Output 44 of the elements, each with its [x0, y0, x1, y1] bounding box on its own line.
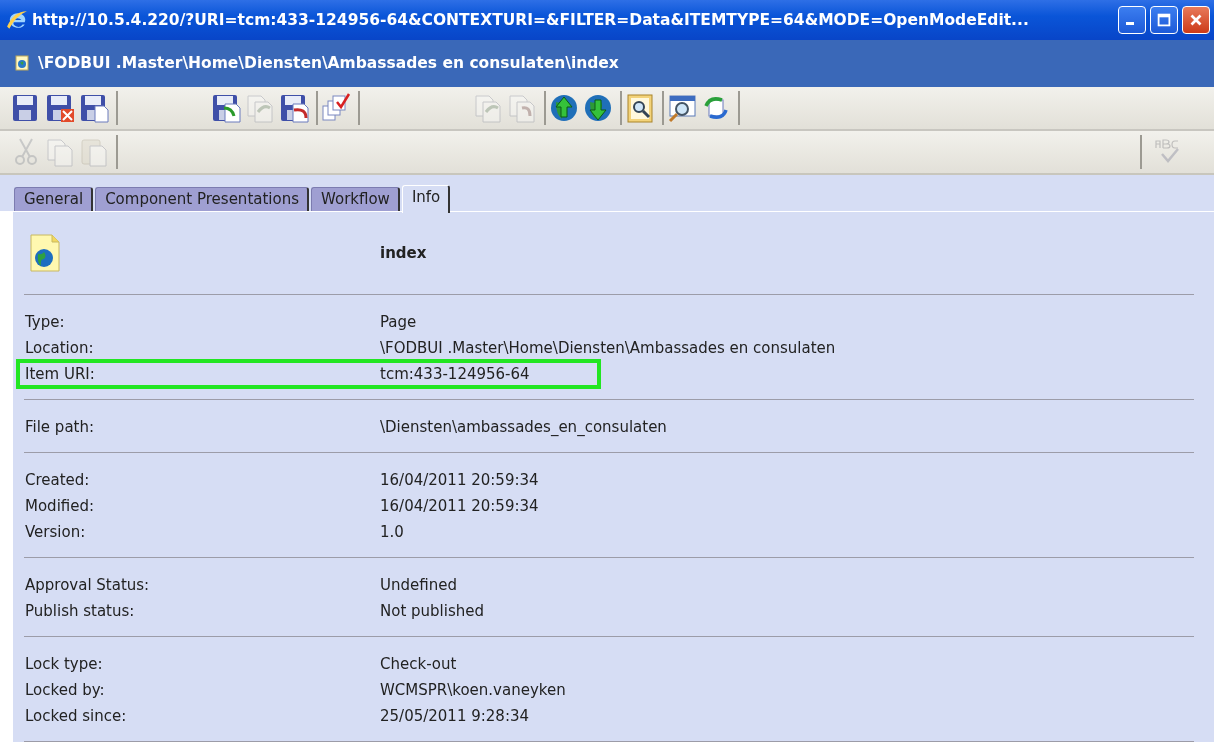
close-button[interactable] [1182, 5, 1210, 34]
field-label: Locked by: [25, 681, 106, 699]
preview-icon[interactable] [624, 92, 656, 125]
search-window-icon[interactable] [666, 92, 698, 125]
minimize-icon [1126, 22, 1134, 26]
save-arrow-icon[interactable] [210, 92, 242, 125]
minimize-button[interactable] [1118, 5, 1146, 34]
field-label: Modified: [25, 497, 96, 515]
item-path-title: \FODBUI .Master\Home\Diensten\Ambassades en consulaten\index [38, 54, 619, 73]
page-icon [30, 234, 60, 272]
field-value: Check-out [380, 655, 457, 673]
field-value: tcm:433-124956-64 [380, 365, 530, 383]
save-new-icon[interactable] [78, 92, 110, 125]
field-label: Item URI: [25, 365, 96, 383]
field-value: 1.0 [380, 523, 404, 541]
page-icon [14, 55, 30, 72]
field-value: Not published [380, 602, 484, 620]
field-label: File path: [25, 418, 96, 436]
save-undo-icon[interactable] [278, 92, 310, 125]
field-label: Publish status: [25, 602, 136, 620]
field-label: Version: [25, 523, 87, 541]
field-value: \Diensten\ambassades_en_consulaten [380, 418, 667, 436]
browser-logo-icon [6, 8, 28, 31]
field-label: Type: [25, 313, 66, 331]
field-label: Created: [25, 471, 91, 489]
tab[interactable]: General [14, 187, 94, 211]
field-label: Locked since: [25, 707, 128, 725]
tab[interactable]: Workflow [311, 187, 400, 211]
save-close-icon[interactable] [44, 92, 76, 125]
field-value: \FODBUI .Master\Home\Diensten\Ambassades en consulaten [380, 339, 836, 357]
field-value: 25/05/2011 9:28:34 [380, 707, 530, 725]
tab[interactable]: Component Presentations [95, 187, 309, 211]
field-label: Approval Status: [25, 576, 151, 594]
field-value: Undefined [380, 576, 457, 594]
field-value: 16/04/2011 20:59:34 [380, 471, 539, 489]
field-value: 16/04/2011 20:59:34 [380, 497, 539, 515]
field-value: Page [380, 313, 417, 331]
field-value: WCMSPR\koen.vaneyken [380, 681, 566, 699]
window-title: http://10.5.4.220/?URI=tcm:433-124956-64&CONTEXTURI=&FILTER=Data&ITEMTYPE=64&MODE=OpenModeEdit... [32, 10, 1030, 29]
field-label: Lock type: [25, 655, 104, 673]
tab[interactable]: Info [401, 185, 451, 213]
maximize-button[interactable] [1150, 5, 1178, 34]
item-name: index [380, 244, 427, 262]
field-label: Location: [25, 339, 95, 357]
